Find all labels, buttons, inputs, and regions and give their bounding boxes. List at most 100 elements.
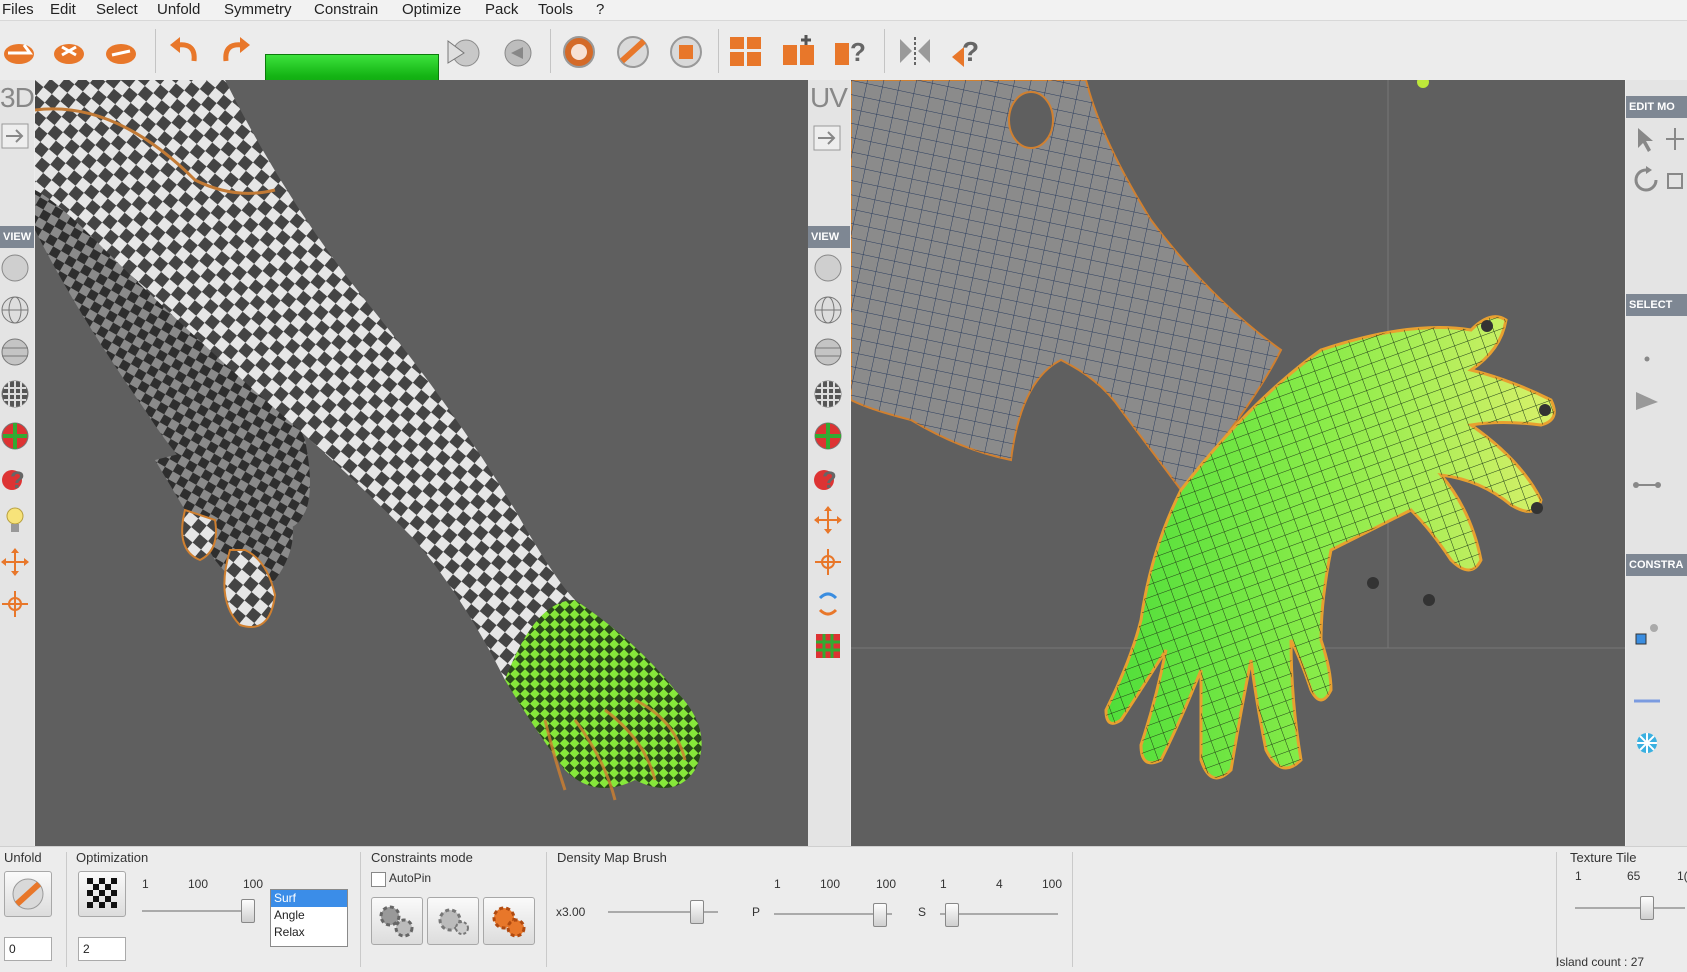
uv-view-header: VIEW	[808, 226, 850, 248]
constraints-mode-label: Constraints mode	[371, 850, 473, 865]
move-icon[interactable]	[1664, 124, 1686, 154]
list-item-relax[interactable]: Relax	[271, 924, 347, 941]
sphere-help-icon[interactable]: ?	[0, 462, 32, 494]
pan-icon[interactable]	[0, 546, 32, 578]
menu-bar: Files Edit Select Unfold Symmetry Constr…	[0, 0, 1687, 21]
toolbar: ? ?	[0, 21, 1687, 94]
edge-constraint-icon[interactable]	[1632, 686, 1662, 716]
scale-icon[interactable]	[1664, 166, 1686, 196]
list-item-surf[interactable]: Surf	[271, 890, 347, 907]
optimization-spinner[interactable]: 2	[78, 937, 126, 961]
constraint-mode-1-button[interactable]	[371, 897, 423, 945]
optimization-mode-list[interactable]: Surf Angle Relax	[270, 889, 348, 947]
p-slider-handle[interactable]	[873, 903, 887, 927]
menu-optimize[interactable]: Optimize	[402, 1, 461, 18]
checker-icon[interactable]	[560, 33, 598, 69]
color-sphere-icon[interactable]	[0, 420, 32, 452]
gears-gray-icon	[379, 905, 414, 938]
svg-text:?: ?	[962, 36, 979, 67]
s-slider-handle[interactable]	[945, 903, 959, 927]
gears-light-icon	[438, 908, 469, 935]
pack-icon[interactable]	[727, 33, 765, 69]
pack-help-icon[interactable]: ?	[832, 33, 870, 69]
constraint-mode-3-button[interactable]	[483, 897, 535, 945]
select-arrow-icon[interactable]	[1632, 124, 1662, 154]
optimization-slider-handle[interactable]	[241, 899, 255, 923]
pin-icon[interactable]	[1632, 620, 1662, 650]
texture-tile-slider-handle[interactable]	[1640, 896, 1654, 920]
unfold-label: Unfold	[4, 850, 42, 865]
mirror-icon[interactable]	[896, 33, 934, 69]
tile-tick-min: 1	[1575, 869, 1582, 883]
density-tick-a-min: 1	[774, 877, 781, 891]
opt-tick-min: 1	[142, 877, 149, 891]
panel-toggle-icon[interactable]	[0, 120, 32, 152]
constraint-mode-2-button[interactable]	[427, 897, 479, 945]
uv-grid-icon[interactable]	[812, 630, 844, 662]
pack-add-icon[interactable]	[780, 33, 818, 69]
menu-edit[interactable]: Edit	[50, 1, 76, 18]
select-edge-icon[interactable]	[1632, 470, 1662, 500]
stop-icon[interactable]	[667, 33, 705, 69]
texture-tile-label: Texture Tile	[1570, 850, 1637, 865]
list-item-angle[interactable]: Angle	[271, 907, 347, 924]
uv-wire-sphere-icon[interactable]	[812, 294, 844, 326]
left-tool-strip: 3D VIEW ?	[0, 80, 35, 846]
uv-checker-sphere-icon[interactable]	[812, 378, 844, 410]
shaded-wire-icon[interactable]	[0, 336, 32, 368]
uv-panel-toggle-icon[interactable]	[812, 122, 844, 154]
uv-shaded-wire-icon[interactable]	[812, 336, 844, 368]
menu-pack[interactable]: Pack	[485, 1, 518, 18]
svg-text:?: ?	[850, 37, 866, 67]
menu-files[interactable]: Files	[2, 1, 34, 18]
select-face-icon[interactable]	[1632, 386, 1662, 416]
undo-icon[interactable]	[166, 33, 204, 69]
play-icon[interactable]	[444, 33, 482, 69]
gears-orange-icon	[492, 906, 526, 938]
light-bulb-icon[interactable]	[0, 504, 32, 536]
open-icon[interactable]	[0, 33, 38, 69]
cluster-icon[interactable]	[1632, 728, 1662, 758]
uv-sphere-help-icon[interactable]: ?	[812, 462, 844, 494]
island-count: Island count : 27	[1556, 955, 1645, 969]
unfold-spinner[interactable]: 0	[4, 937, 52, 961]
uv-viewport[interactable]	[851, 80, 1625, 846]
select-vertex-icon[interactable]	[1632, 344, 1662, 374]
menu-constrain[interactable]: Constrain	[314, 1, 378, 18]
wire-sphere-icon[interactable]	[0, 294, 32, 326]
optimize-button[interactable]	[78, 871, 126, 917]
checker-sphere-icon[interactable]	[0, 378, 32, 410]
menu-symmetry[interactable]: Symmetry	[224, 1, 292, 18]
autopin-checkbox[interactable]	[371, 872, 386, 887]
opt-tick-mid: 100	[188, 877, 209, 891]
menu-tools[interactable]: Tools	[538, 1, 573, 18]
uv-color-sphere-icon[interactable]	[812, 420, 844, 452]
constraints-header: CONSTRA	[1626, 554, 1687, 576]
brush-slider-handle[interactable]	[690, 900, 704, 924]
right-tool-panel: EDIT MO SELECT CONSTRA	[1626, 80, 1687, 846]
optimization-label: Optimization	[76, 850, 149, 865]
sphere-icon[interactable]	[0, 252, 32, 284]
redo-icon[interactable]	[216, 33, 254, 69]
3d-viewport[interactable]	[35, 80, 808, 846]
reset-icon[interactable]	[499, 33, 537, 69]
uv-zoom-icon[interactable]	[812, 546, 844, 578]
density-tick-b-mid: 4	[996, 877, 1003, 891]
menu-unfold[interactable]: Unfold	[157, 1, 200, 18]
uv-sphere-icon[interactable]	[812, 252, 844, 284]
zoom-icon[interactable]	[0, 588, 32, 620]
view-header: VIEW	[0, 226, 34, 248]
uv-rotate-icon[interactable]	[812, 588, 844, 620]
menu-select[interactable]: Select	[96, 1, 138, 18]
import-icon[interactable]	[50, 33, 88, 69]
density-tick-b-max: 100	[1042, 877, 1063, 891]
unfold-icon[interactable]	[614, 33, 652, 69]
bottom-panel: Unfold 0 Optimization 2 1 100 100 Surf A…	[0, 846, 1687, 972]
help-icon[interactable]: ?	[948, 33, 986, 69]
menu-help[interactable]: ?	[596, 1, 604, 18]
export-icon[interactable]	[102, 33, 140, 69]
rotate-icon[interactable]	[1632, 166, 1662, 196]
density-tick-a-mid: 100	[820, 877, 841, 891]
uv-pan-icon[interactable]	[812, 504, 844, 536]
unfold-button[interactable]	[4, 871, 52, 917]
